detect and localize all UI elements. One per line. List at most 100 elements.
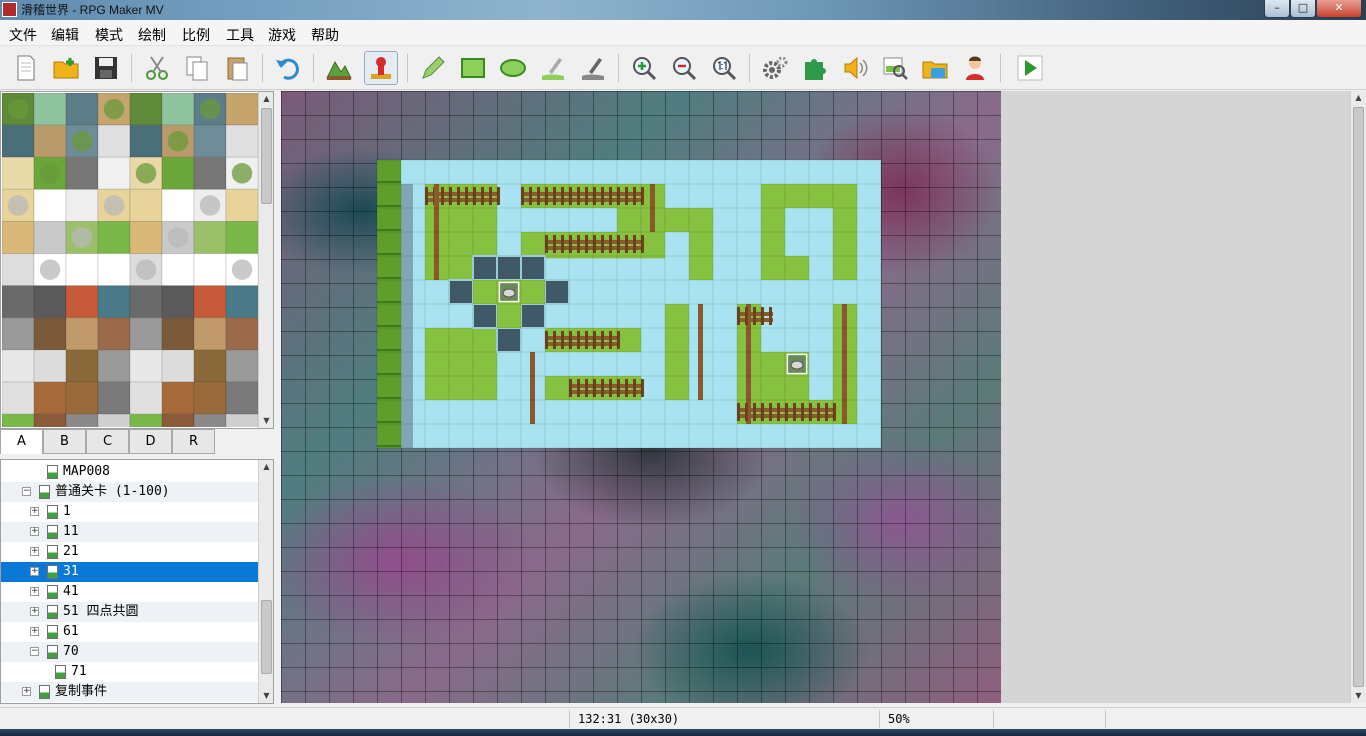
expand-toggle-icon[interactable]: + [30, 587, 39, 596]
tile-swatch[interactable] [97, 220, 131, 255]
tile-swatch[interactable] [129, 349, 163, 383]
tile-swatch[interactable] [2, 285, 35, 319]
close-button[interactable]: ✕ [1316, 0, 1362, 18]
tree-item[interactable]: +11 [1, 522, 258, 542]
menu-tools[interactable]: 工具 [226, 25, 254, 45]
tile-swatch[interactable] [225, 124, 258, 158]
tile-swatch[interactable] [2, 253, 35, 287]
expand-toggle-icon[interactable]: + [30, 607, 39, 616]
expand-toggle-icon[interactable]: + [30, 507, 39, 516]
expand-toggle-icon[interactable]: + [30, 627, 39, 636]
tile-swatch[interactable] [225, 285, 258, 319]
tree-item[interactable]: +21 [1, 542, 258, 562]
tile-swatch[interactable] [161, 253, 195, 287]
menu-scale[interactable]: 比例 [182, 25, 210, 45]
tileset-grid[interactable] [2, 93, 258, 427]
tile-swatch[interactable] [225, 93, 258, 126]
expand-toggle-icon[interactable]: + [30, 547, 39, 556]
tile-swatch[interactable] [33, 381, 67, 415]
resource-manager-button[interactable] [918, 51, 952, 85]
tile-swatch[interactable] [33, 285, 67, 319]
tile-swatch[interactable] [193, 285, 227, 319]
scroll-down-icon[interactable]: ▼ [259, 414, 273, 428]
scroll-down-icon[interactable]: ▼ [259, 689, 273, 703]
tile-swatch[interactable] [129, 285, 163, 319]
playtest-button[interactable] [1013, 51, 1047, 85]
fill-button[interactable] [536, 51, 570, 85]
tile-swatch[interactable] [65, 317, 99, 351]
tree-item[interactable]: +31 [1, 562, 258, 582]
menu-draw[interactable]: 绘制 [138, 25, 166, 45]
tile-swatch[interactable] [33, 413, 67, 427]
copy-button[interactable] [180, 51, 214, 85]
event-searcher-button[interactable] [878, 51, 912, 85]
tile-swatch[interactable] [33, 188, 67, 222]
tile-palette[interactable]: ▲ ▼ [0, 91, 274, 429]
tile-swatch[interactable] [193, 124, 227, 158]
tile-swatch[interactable] [193, 220, 227, 255]
tree-item[interactable]: +51 四点共圆 [1, 602, 258, 622]
tab-d[interactable]: D [129, 429, 172, 454]
map-vertical-scrollbar[interactable]: ▲ ▼ [1350, 91, 1366, 703]
expand-toggle-icon[interactable]: + [22, 687, 31, 696]
tile-swatch[interactable] [161, 317, 195, 351]
tile-swatch[interactable] [97, 124, 131, 158]
maptree-scrollbar[interactable]: ▲ ▼ [258, 460, 273, 703]
tile-swatch[interactable] [193, 413, 227, 427]
map-layout[interactable] [281, 91, 1001, 703]
paste-button[interactable] [220, 51, 254, 85]
tile-swatch[interactable] [161, 381, 195, 415]
tile-swatch[interactable] [225, 381, 258, 415]
tab-b[interactable]: B [43, 429, 86, 454]
tile-swatch[interactable] [33, 124, 67, 158]
plugin-manager-button[interactable] [798, 51, 832, 85]
character-generator-button[interactable] [958, 51, 992, 85]
tab-r[interactable]: R [172, 429, 215, 454]
tile-swatch[interactable] [193, 317, 227, 351]
tree-item[interactable]: − 普通关卡 (1-100) [1, 482, 258, 502]
tile-swatch[interactable] [161, 349, 195, 383]
map-canvas[interactable] [281, 91, 1001, 703]
expand-toggle-icon[interactable]: − [22, 487, 31, 496]
event-icon[interactable] [502, 288, 516, 298]
event-mode-button[interactable] [364, 51, 398, 85]
scroll-up-icon[interactable]: ▲ [259, 460, 273, 474]
tile-swatch[interactable] [65, 93, 99, 126]
tile-swatch[interactable] [2, 156, 35, 190]
tile-swatch[interactable] [97, 156, 131, 190]
tile-swatch[interactable] [129, 317, 163, 351]
tile-swatch[interactable] [65, 285, 99, 319]
tile-swatch[interactable] [193, 349, 227, 383]
tile-swatch[interactable] [97, 381, 131, 415]
tile-swatch[interactable] [65, 188, 99, 222]
tile-swatch[interactable] [2, 413, 35, 427]
tile-swatch[interactable] [129, 188, 163, 222]
tile-swatch[interactable] [33, 349, 67, 383]
tree-item[interactable]: + 复制事件 [1, 682, 258, 702]
database-button[interactable] [758, 51, 792, 85]
tile-swatch[interactable] [161, 285, 195, 319]
menu-help[interactable]: 帮助 [311, 25, 339, 45]
menu-mode[interactable]: 模式 [95, 25, 123, 45]
tile-swatch[interactable] [225, 349, 258, 383]
tile-swatch[interactable] [225, 413, 258, 427]
tile-swatch[interactable] [129, 381, 163, 415]
cut-button[interactable] [140, 51, 174, 85]
expand-toggle-icon[interactable]: + [30, 567, 39, 576]
tile-swatch[interactable] [2, 317, 35, 351]
tile-swatch[interactable] [193, 156, 227, 190]
new-project-button[interactable] [9, 51, 43, 85]
tile-swatch[interactable] [65, 349, 99, 383]
tile-swatch[interactable] [65, 413, 99, 427]
tile-swatch[interactable] [2, 349, 35, 383]
tile-swatch[interactable] [161, 413, 195, 427]
tile-swatch[interactable] [225, 317, 258, 351]
tab-c[interactable]: C [86, 429, 129, 454]
menu-edit[interactable]: 编辑 [51, 25, 79, 45]
tile-swatch[interactable] [225, 188, 258, 222]
zoom-in-button[interactable] [627, 51, 661, 85]
open-project-button[interactable] [49, 51, 83, 85]
tile-swatch[interactable] [33, 93, 67, 126]
tile-swatch[interactable] [193, 381, 227, 415]
tile-swatch[interactable] [65, 253, 99, 287]
